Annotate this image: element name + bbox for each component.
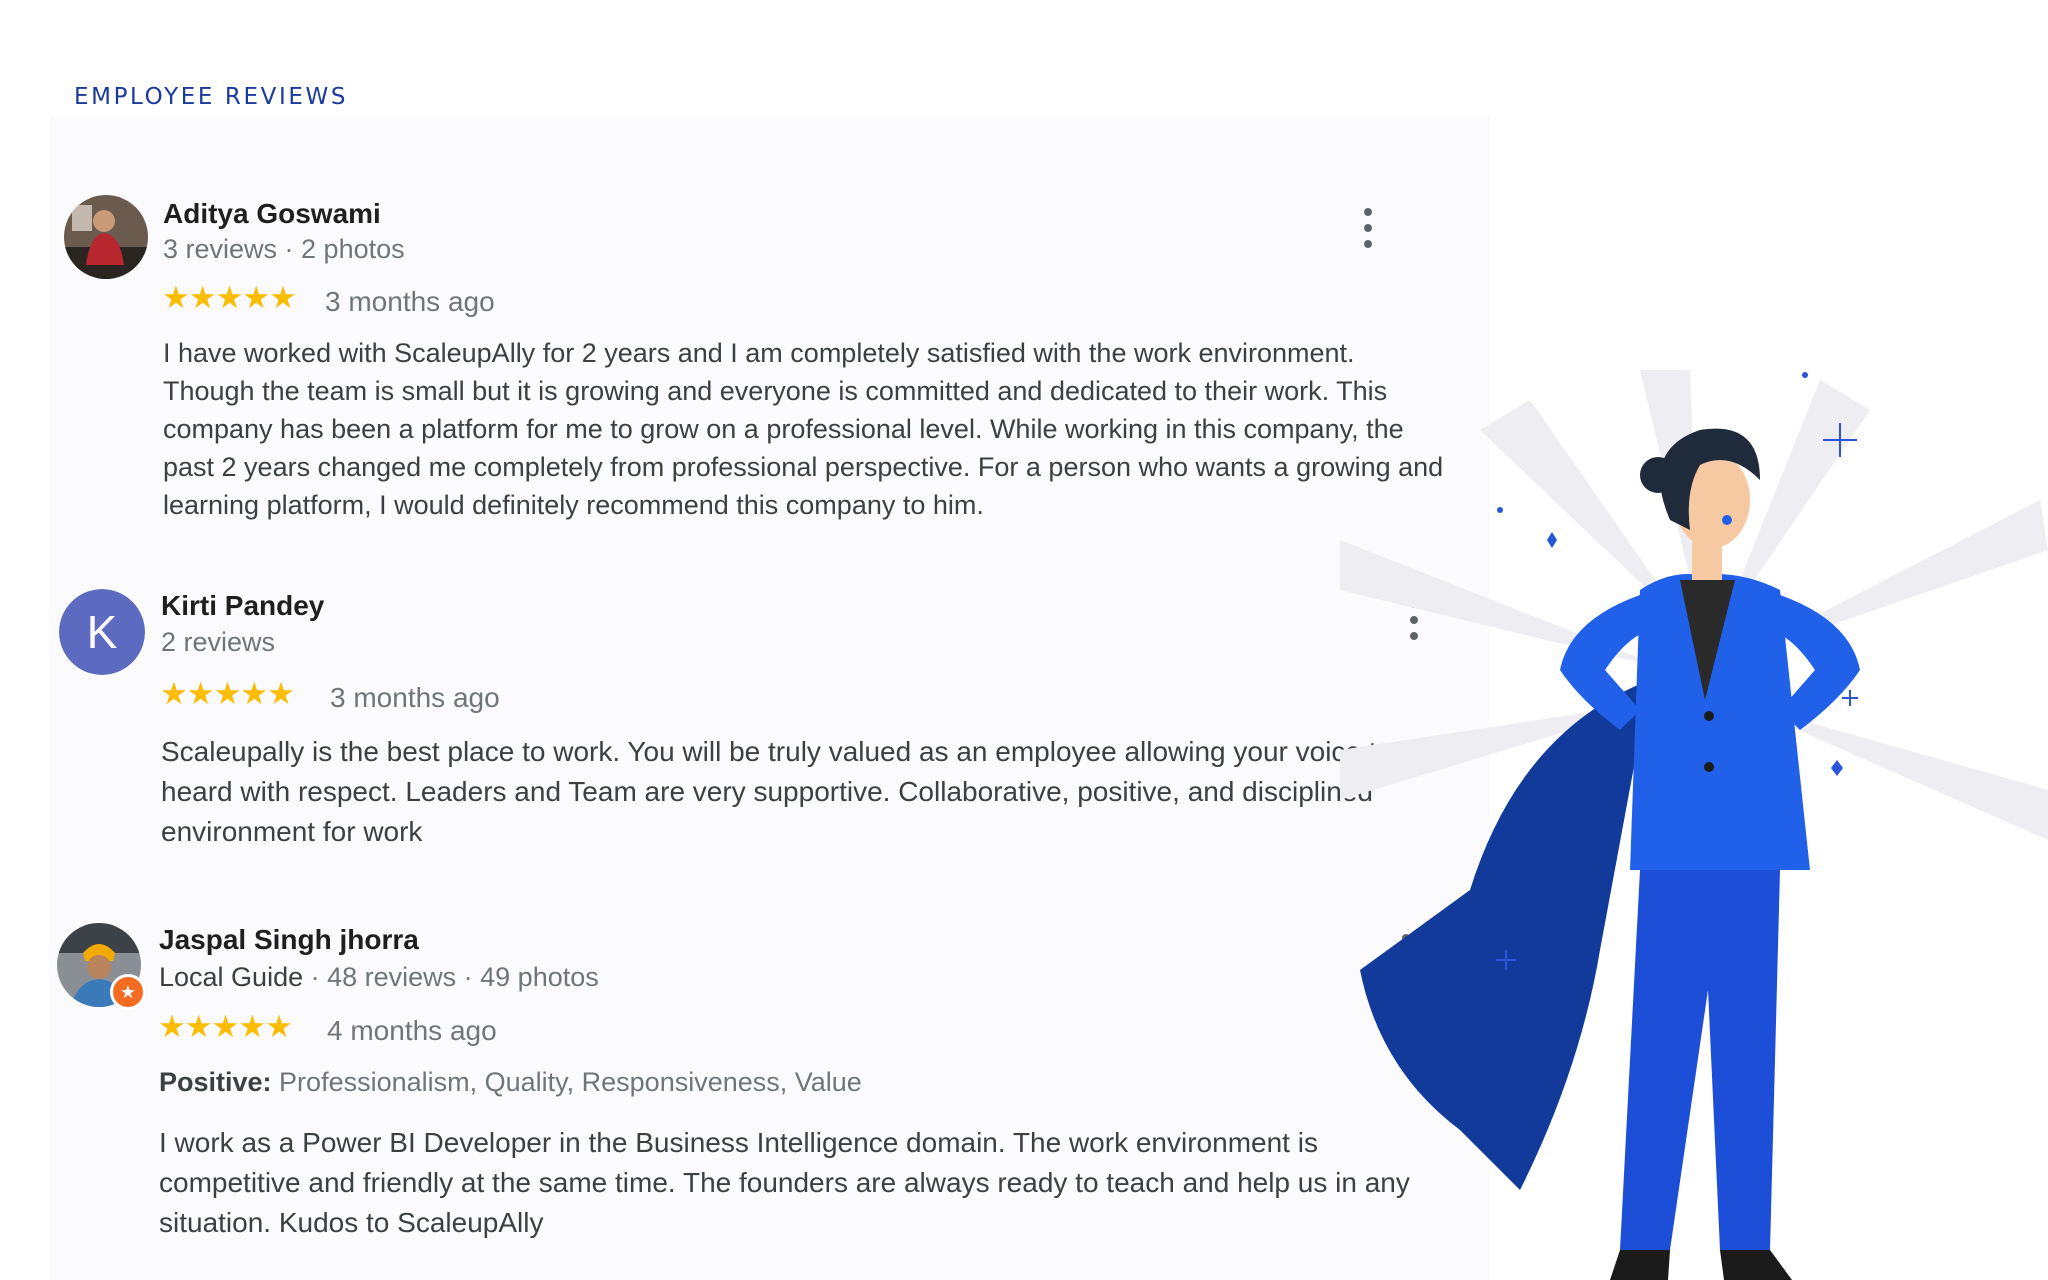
shoe-right — [1720, 1250, 1792, 1280]
reviewer-meta: 2 reviews — [161, 627, 276, 657]
positive-label: Positive: — [159, 1067, 272, 1097]
reviewer-avatar[interactable]: K — [59, 589, 145, 675]
reviewer-name[interactable]: Aditya Goswami — [163, 198, 381, 230]
more-dot — [1364, 224, 1372, 232]
positive-attributes: Positive: Professionalism, Quality, Resp… — [159, 1067, 862, 1098]
hair-bun — [1640, 457, 1676, 493]
reviewer-avatar[interactable] — [64, 195, 148, 279]
reviewer-meta: Local Guide · 48 reviews · 49 photos — [159, 962, 599, 993]
avatar-letter: K — [59, 589, 145, 675]
star-rating: ★★★★★ — [162, 280, 297, 315]
reviewer-name[interactable]: Jaspal Singh jhorra — [159, 924, 419, 956]
star-rating: ★★★★★ — [160, 676, 295, 711]
section-title: EMPLOYEE REVIEWS — [74, 84, 349, 110]
trousers — [1620, 870, 1780, 1250]
review-text: I work as a Power BI Developer in the Bu… — [159, 1127, 1410, 1238]
review-time: 4 months ago — [327, 1015, 497, 1046]
reviewer-meta: 3 reviews · 2 photos — [163, 234, 405, 264]
star-rating: ★★★★★ — [158, 1009, 293, 1044]
review-time: 3 months ago — [330, 682, 500, 713]
more-vert-icon — [1364, 208, 1372, 216]
local-guide-badge-icon: ★ — [110, 974, 146, 1010]
reviewer-counts: · 48 reviews · 49 photos — [303, 962, 599, 992]
left-arm — [1560, 595, 1645, 730]
review-text: I have worked with ScaleupAlly for 2 yea… — [163, 338, 1444, 520]
reviewer-name[interactable]: Kirti Pandey — [161, 590, 324, 622]
avatar-photo — [64, 195, 148, 279]
shoe-left — [1610, 1250, 1670, 1280]
review-text: Scaleupally is the best place to work. Y… — [161, 736, 1432, 847]
more-options-button[interactable] — [1358, 208, 1378, 248]
businesswoman-illustration — [1340, 370, 2048, 1280]
positive-items: Professionalism, Quality, Responsiveness… — [271, 1067, 862, 1097]
more-dot — [1364, 240, 1372, 248]
review-time: 3 months ago — [325, 286, 495, 317]
local-guide-label: Local Guide — [159, 962, 304, 992]
